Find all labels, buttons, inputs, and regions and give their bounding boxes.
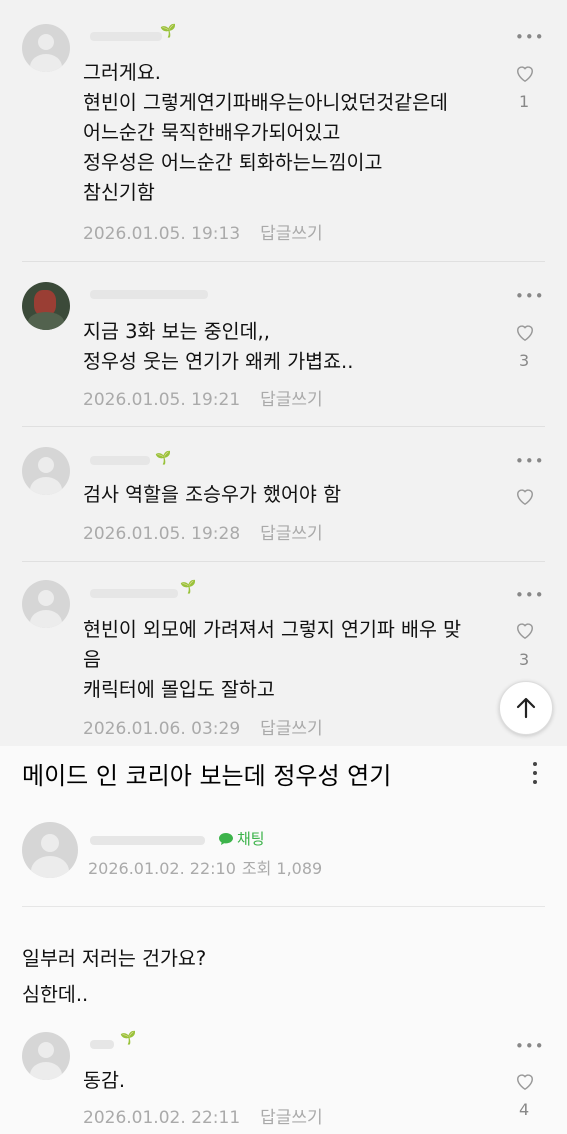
commenter-nickname[interactable] [90,284,208,300]
sprout-icon: 🌱 [160,24,177,39]
heart-outline-icon[interactable] [514,620,536,640]
sprout-icon: 🌱 [120,1031,137,1046]
heart-outline-icon[interactable] [514,322,536,342]
more-dots-icon[interactable]: ••• [515,452,545,470]
more-dots-icon[interactable]: ••• [515,287,545,305]
comment-text: 동감. [83,1069,126,1092]
comment-divider [22,561,545,562]
comment-meta: 2026.01.06. 03:29 답글쓰기 [83,714,323,739]
heart-outline-icon[interactable] [514,1071,536,1091]
chat-bubble-icon [219,832,233,845]
comment-date: 2026.01.05. 19:28 [83,524,241,544]
like-count: 3 [519,351,530,370]
commenter-nickname[interactable] [90,450,150,466]
commenter-avatar[interactable] [22,1032,70,1080]
commenter-avatar[interactable] [22,580,70,628]
like-count: 1 [519,92,530,111]
reply-button[interactable]: 답글쓰기 [260,390,323,410]
arrow-up-icon [516,697,536,719]
comment-divider [22,261,545,262]
commenter-nickname[interactable] [90,1034,114,1050]
author-nickname[interactable] [90,830,205,849]
like-count: 3 [519,650,530,669]
reply-button[interactable]: 답글쓰기 [260,719,323,739]
comment-date: 2026.01.05. 19:13 [83,224,241,244]
comment-date: 2026.01.02. 22:11 [83,1108,241,1128]
commenter-nickname[interactable] [90,583,178,599]
comment-meta: 2026.01.02. 22:11 답글쓰기 [83,1103,323,1128]
commenter-avatar[interactable] [22,447,70,495]
reply-button[interactable]: 답글쓰기 [260,1108,323,1128]
more-dots-icon[interactable]: ••• [515,1037,545,1055]
scroll-top-button[interactable] [499,681,553,735]
post-title: 메이드 인 코리아 보는데 정우성 연기 [22,762,392,790]
reply-button[interactable]: 답글쓰기 [260,224,323,244]
comment-text: 현빈이 외모에 가려져서 그렇지 연기파 배우 맞 음 캐릭터에 몰입도 잘하고 [83,618,462,701]
author-avatar[interactable] [22,822,78,878]
comment-divider [22,426,545,427]
post-divider [22,906,545,907]
sprout-icon: 🌱 [180,580,197,595]
post-meta: 2026.01.02. 22:10 조회 1,089 [88,855,322,879]
commenter-avatar[interactable] [22,24,70,72]
heart-outline-icon[interactable] [514,486,536,506]
post-body: 일부러 저러는 건가요? 심한데.. [22,947,207,1006]
comment-text: 지금 3화 보는 중인데,, 정우성 웃는 연기가 왜케 가볍죠.. [83,320,354,373]
comment-date: 2026.01.06. 03:29 [83,719,241,739]
more-dots-icon[interactable]: ••• [515,586,545,604]
comment-text: 그러게요. 현빈이 그렇게연기파배우는아니었던것같은데 어느순간 묵직한배우가되… [83,61,448,204]
comment-text: 검사 역할을 조승우가 했어야 함 [83,483,342,506]
post-date: 2026.01.02. 22:10 [88,859,236,878]
comment-meta: 2026.01.05. 19:28 답글쓰기 [83,519,323,544]
chat-label: 채팅 [237,830,265,848]
chat-button[interactable]: 채팅 [218,828,265,849]
heart-outline-icon[interactable] [514,63,536,83]
more-dots-icon[interactable]: ••• [515,28,545,46]
commenter-avatar[interactable] [22,282,70,330]
like-count: 4 [519,1100,530,1119]
comment-list-section: 🌱 그러게요. 현빈이 그렇게연기파배우는아니었던것같은데 어느순간 묵직한배우… [0,0,567,746]
reply-button[interactable]: 답글쓰기 [260,524,323,544]
comment-meta: 2026.01.05. 19:21 답글쓰기 [83,385,323,410]
comment-meta: 2026.01.05. 19:13 답글쓰기 [83,219,323,244]
comment-date: 2026.01.05. 19:21 [83,390,241,410]
post-more-icon[interactable] [531,762,539,784]
sprout-icon: 🌱 [155,451,172,466]
post-views: 조회 1,089 [241,859,323,878]
commenter-nickname[interactable] [90,26,162,42]
